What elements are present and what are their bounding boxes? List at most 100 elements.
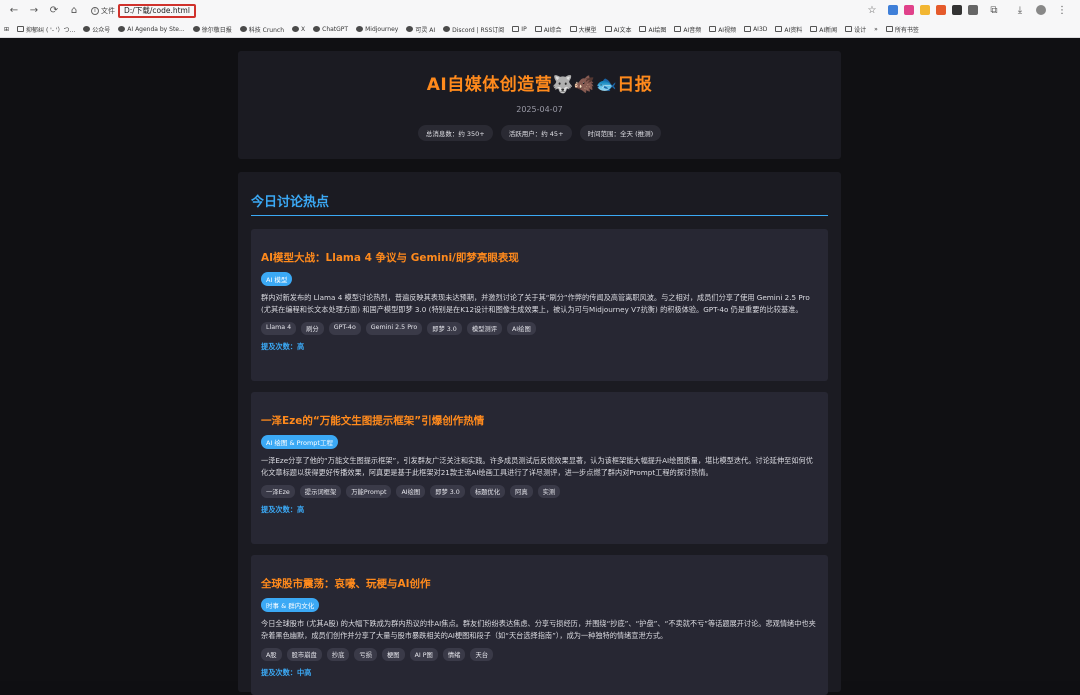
bookmark-item[interactable]: 公众号: [83, 25, 110, 34]
bookmark-folder[interactable]: AI音频: [674, 25, 701, 34]
hot-topics-section: 今日讨论热点 AI模型大战：Llama 4 争议与 Gemini/即梦亮眼表现 …: [238, 172, 841, 695]
tag: 一泽Eze: [261, 485, 295, 498]
back-icon[interactable]: ←: [7, 4, 21, 18]
stat-time-range: 时间范围：全天 (推测): [579, 125, 662, 141]
all-bookmarks[interactable]: 所有书签: [885, 25, 919, 34]
topic-title: AI模型大战：Llama 4 争议与 Gemini/即梦亮眼表现: [261, 252, 519, 264]
star-icon[interactable]: ☆: [865, 3, 879, 17]
reload-icon[interactable]: ⟳: [47, 4, 61, 18]
tag: GPT-4o: [328, 322, 361, 335]
bookmark-folder[interactable]: 大模型: [569, 25, 597, 34]
tag: 即梦 3.0: [427, 322, 462, 335]
site-icon: [356, 26, 364, 32]
bookmark-folder[interactable]: AI综合: [534, 25, 562, 34]
mention-count: 提及次数：高: [261, 342, 305, 351]
page-content: AI自媒体创造营🐺🐗🐟日报 2025-04-07 总消息数：约 350+ 活跃用…: [0, 38, 1080, 695]
home-icon[interactable]: ⌂: [67, 4, 81, 18]
folder-icon: [845, 26, 853, 32]
folder-icon: [512, 26, 520, 32]
bookmarks-bar: ⊞ 抑郁纠 ( '- '）つ... 公众号 AI Agenda by Ste..…: [0, 21, 1080, 37]
tag: AI绘图: [507, 322, 536, 335]
avatar[interactable]: [1036, 5, 1046, 15]
topic-card: 一泽Eze的“万能文生图提示框架”引爆创作热情 AI 绘图 & Prompt工程…: [251, 392, 828, 544]
extension-icon[interactable]: [904, 5, 914, 15]
tag: 情绪: [442, 648, 466, 661]
category-badge: 时事 & 群内文化: [261, 598, 320, 612]
url-text[interactable]: D:/下载/code.html: [118, 3, 196, 18]
tag-list: A股 股市崩盘 抄底 亏损 梗图 AI P图 情绪 天台: [261, 648, 818, 661]
stats-row: 总消息数：约 350+ 活跃用户：约 45+ 时间范围：全天 (推测): [238, 125, 841, 141]
extension-icon[interactable]: [936, 5, 946, 15]
extensions-area: ☆ ⧉ ⤓ ⋮: [862, 3, 1072, 17]
download-icon[interactable]: ⤓: [1013, 3, 1027, 17]
tag-list: Llama 4 刷分 GPT-4o Gemini 2.5 Pro 即梦 3.0 …: [261, 322, 818, 335]
bookmark-item[interactable]: 可灵 AI: [406, 25, 435, 34]
bookmark-folder[interactable]: AI新闻: [810, 25, 837, 34]
tag-list: 一泽Eze 提示词框架 万能Prompt AI绘图 即梦 3.0 标题优化 阿真…: [261, 485, 818, 498]
site-icon: [239, 26, 247, 32]
bookmark-item[interactable]: AI Agenda by Ste...: [118, 26, 185, 33]
bookmark-folder[interactable]: AI文本: [604, 25, 631, 34]
folder-icon: [674, 26, 682, 32]
bookmark-folder[interactable]: 设计: [845, 25, 866, 34]
site-icon: [83, 26, 91, 32]
topic-card: 全球股市震荡：哀嚎、玩梗与AI创作 时事 & 群内文化 今日全球股市 (尤其A股…: [251, 555, 828, 695]
extension-icon[interactable]: [968, 5, 978, 15]
tag: 即梦 3.0: [430, 485, 465, 498]
bookmark-item[interactable]: Discord | RSS订阅: [443, 25, 504, 34]
site-icon: [192, 26, 200, 32]
bookmark-folder[interactable]: IP: [512, 26, 527, 33]
site-icon: [443, 26, 451, 32]
puzzle-icon[interactable]: ⧉: [987, 3, 1001, 17]
extension-icon[interactable]: [920, 5, 930, 15]
bookmark-folder[interactable]: AI3D: [744, 26, 767, 33]
tag: 实测: [537, 485, 561, 498]
category-badge: AI 绘图 & Prompt工程: [261, 435, 338, 449]
category-badge: AI 模型: [261, 272, 293, 286]
report-header: AI自媒体创造营🐺🐗🐟日报 2025-04-07 总消息数：约 350+ 活跃用…: [238, 51, 841, 159]
topic-summary: 群内对新发布的 Llama 4 模型讨论热烈，普遍反映其表现未达预期，并激烈讨论…: [261, 293, 810, 314]
bookmark-item[interactable]: 徐尔敬日报: [192, 25, 232, 34]
tag: 万能Prompt: [346, 485, 392, 498]
report-date: 2025-04-07: [516, 105, 563, 114]
stat-total-messages: 总消息数：约 350+: [417, 125, 493, 141]
tag: 天台: [470, 648, 494, 661]
folder-icon: [604, 26, 612, 32]
tag: AI绘图: [396, 485, 426, 498]
folder-icon: [569, 26, 577, 32]
topic-card: AI模型大战：Llama 4 争议与 Gemini/即梦亮眼表现 AI 模型 群…: [251, 229, 828, 381]
bookmark-folder[interactable]: AI资料: [775, 25, 802, 34]
tag: 阿真: [510, 485, 533, 498]
bookmarks-more[interactable]: »: [874, 26, 878, 33]
folder-icon: [709, 26, 717, 32]
tag: 标题优化: [469, 485, 506, 498]
folder-icon: [17, 26, 25, 32]
bookmark-item[interactable]: 抑郁纠 ( '- '）つ...: [17, 25, 75, 34]
folder-icon: [534, 26, 542, 32]
bookmark-item[interactable]: 科技 Crunch: [239, 25, 284, 34]
bookmark-item[interactable]: Midjourney: [356, 26, 398, 33]
topic-title: 一泽Eze的“万能文生图提示框架”引爆创作热情: [261, 415, 485, 427]
apps-icon[interactable]: ⊞: [4, 26, 9, 33]
extension-icon[interactable]: [888, 5, 898, 15]
site-icon: [292, 26, 300, 32]
topic-summary: 今日全球股市 (尤其A股) 的大幅下跌成为群内热议的非AI焦点。群友们纷纷表达焦…: [261, 619, 816, 640]
tag: 刷分: [301, 322, 324, 335]
bookmark-folder[interactable]: AI视频: [709, 25, 736, 34]
forward-icon[interactable]: →: [27, 4, 41, 18]
extension-icon[interactable]: [952, 5, 962, 15]
menu-icon[interactable]: ⋮: [1055, 3, 1069, 17]
browser-toolbar: ← → ⟳ ⌂ i 文件 D:/下载/code.html ☆ ⧉ ⤓ ⋮: [0, 0, 1080, 21]
address-bar[interactable]: i 文件 D:/下载/code.html: [88, 3, 196, 18]
folder-icon: [885, 26, 893, 32]
tag: A股: [261, 648, 282, 661]
info-icon: i: [91, 6, 99, 15]
stat-active-users: 活跃用户：约 45+: [500, 125, 572, 141]
bookmark-item[interactable]: ChatGPT: [313, 26, 348, 33]
bookmark-folder[interactable]: AI绘图: [639, 25, 666, 34]
site-icon: [406, 26, 414, 32]
site-info[interactable]: i 文件: [88, 6, 118, 16]
site-icon: [313, 26, 321, 32]
bookmark-item[interactable]: X: [292, 26, 305, 33]
topic-summary: 一泽Eze分享了他的“万能文生图提示框架”，引发群友广泛关注和实践。许多成员测试…: [261, 456, 813, 477]
